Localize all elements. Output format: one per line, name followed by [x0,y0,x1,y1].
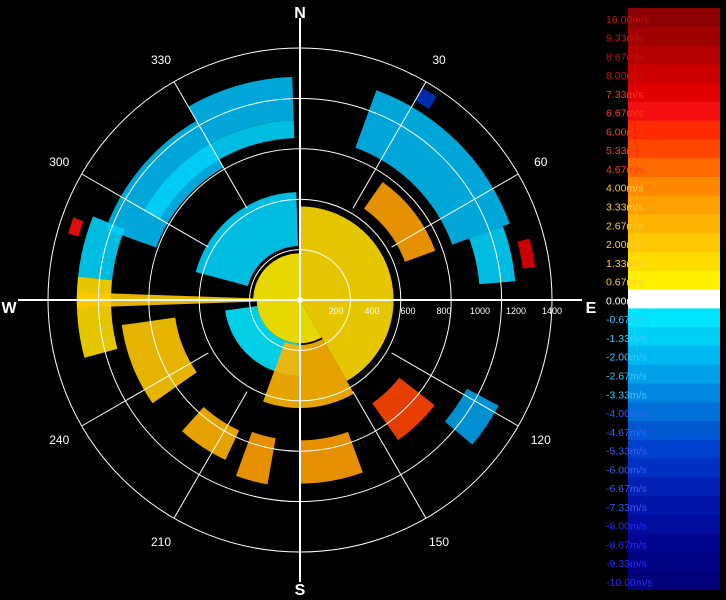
range-label: 200 [328,306,343,316]
legend-label: -3.33m/s [606,389,647,401]
legend-label: -10.00m/s [606,577,653,589]
legend-label: -4.67m/s [606,427,647,439]
azimuth-label: 330 [151,53,171,67]
legend-label: 4.67m/s [606,164,643,176]
radar-plot: 200 400 600 800 1000 1200 1400 30 60 120 150 210 24… [0,0,600,600]
azimuth-label: 30 [432,53,446,67]
legend-label: 10.00m/s [606,14,649,26]
compass-north: N [294,5,306,22]
legend-label: -6.67m/s [606,483,647,495]
range-label: 1000 [470,306,490,316]
range-label: 400 [364,306,379,316]
legend-label: -2.00m/s [606,352,647,364]
legend-label: -5.33m/s [606,446,647,458]
legend-label: -0.67m/s [606,314,647,326]
legend-label: -7.33m/s [606,502,647,514]
legend-label: -8.00m/s [606,521,647,533]
azimuth-label: 240 [49,433,69,447]
legend-label: 8.00m/s [606,70,643,82]
legend-label: 0.00m/s [606,295,643,307]
azimuth-label: 120 [531,433,551,447]
azimuth-label: 300 [49,155,69,169]
range-label: 1400 [542,306,562,316]
legend-label: 1.33m/s [606,258,643,270]
legend-label: -8.67m/s [606,539,647,551]
legend-label: 0.67m/s [606,277,643,289]
legend-label: 5.33m/s [606,145,643,157]
compass-south: S [295,582,306,599]
legend-label: 4.00m/s [606,183,643,195]
compass-west: W [1,300,17,317]
legend-label: 9.33m/s [606,33,643,45]
legend-label: 3.33m/s [606,202,643,214]
legend-label: 8.67m/s [606,51,643,63]
velocity-legend: 10.00m/s 9.33m/s 8.67m/s 8.00m/s 7.33m/s 6.67… [606,8,720,590]
legend-label: -6.00m/s [606,464,647,476]
range-label: 600 [400,306,415,316]
legend-label: -2.67m/s [606,370,647,382]
legend-label: -1.33m/s [606,333,647,345]
azimuth-label: 150 [429,535,449,549]
legend-label: 6.67m/s [606,108,643,120]
range-label: 800 [436,306,451,316]
legend-label: 6.00m/s [606,126,643,138]
legend-label: -4.00m/s [606,408,647,420]
compass-east: E [586,300,597,317]
radar-center [297,297,303,303]
legend-label: 7.33m/s [606,89,643,101]
range-label: 1200 [506,306,526,316]
legend-label: 2.00m/s [606,239,643,251]
azimuth-label: 60 [534,155,548,169]
azimuth-label: 210 [151,535,171,549]
legend-label: 2.67m/s [606,220,643,232]
legend-label: -9.33m/s [606,558,647,570]
